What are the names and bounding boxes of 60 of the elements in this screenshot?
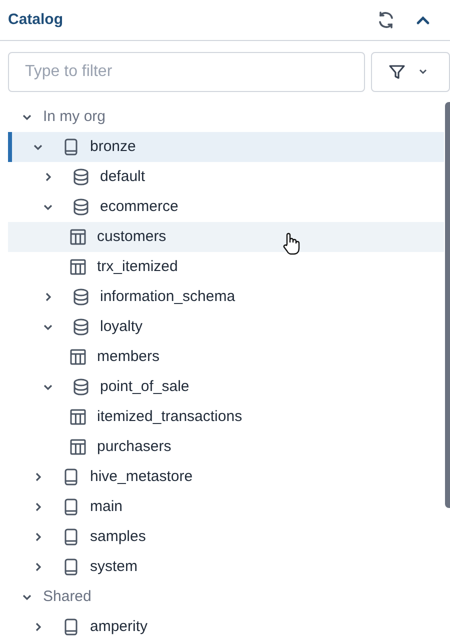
schema-name: point_of_sale [100,376,190,397]
tree-item[interactable]: default [8,162,444,192]
database-icon [72,168,90,186]
filter-input[interactable]: Type to filter [8,52,366,92]
book-icon [62,498,80,516]
schema-name: ecommerce [100,196,178,217]
panel-title: Catalog [8,10,64,30]
table-name: trx_itemized [97,256,178,277]
table-icon [69,408,87,426]
section-header[interactable]: Shared [0,582,442,612]
book-icon [62,138,80,156]
table-name: customers [97,226,166,247]
hand-cursor-icon [282,232,302,256]
tree-item[interactable]: bronze [8,132,444,162]
catalog-name: hive_metastore [90,466,193,487]
database-icon [72,288,90,306]
tree-item[interactable]: members [8,342,444,372]
filter-dropdown-button[interactable] [371,52,450,92]
database-icon [72,378,90,396]
database-icon [72,318,90,336]
catalog-name: amperity [90,616,148,637]
section-header[interactable]: In my org [0,102,442,132]
schema-name: information_schema [100,286,236,307]
collapse-chevron-icon[interactable] [416,15,430,25]
book-icon [62,558,80,576]
tree-item[interactable]: loyalty [8,312,444,342]
tree-item[interactable]: point_of_sale [8,372,444,402]
tree-item[interactable]: customers [8,222,444,252]
catalog-name: system [90,556,138,577]
catalog-name: samples [90,526,146,547]
catalog-name: main [90,496,123,517]
tree-item[interactable]: amperity [8,612,444,638]
refresh-icon[interactable] [376,10,396,30]
table-icon [69,228,87,246]
caret-icon [418,69,428,75]
tree-item[interactable]: system [8,552,444,582]
table-icon [69,258,87,276]
tree-item[interactable]: main [8,492,444,522]
tree-item[interactable]: information_schema [8,282,444,312]
tree-item[interactable]: trx_itemized [8,252,444,282]
tree-item[interactable]: purchasers [8,432,444,462]
table-name: purchasers [97,436,172,457]
catalog-name: bronze [90,136,136,157]
table-name: itemized_transactions [97,406,242,427]
selection-indicator [8,132,12,162]
tree-item[interactable]: samples [8,522,444,552]
book-icon [62,528,80,546]
book-icon [62,468,80,486]
table-icon [69,438,87,456]
database-icon [72,198,90,216]
tree-item[interactable]: hive_metastore [8,462,444,492]
schema-name: default [100,166,146,187]
tree-item[interactable]: ecommerce [8,192,444,222]
funnel-icon [388,63,406,81]
table-name: members [97,346,160,367]
schema-name: loyalty [100,316,143,337]
book-icon [62,618,80,636]
scrollbar-thumb[interactable] [445,102,450,508]
table-icon [69,348,87,366]
tree-item[interactable]: itemized_transactions [8,402,444,432]
